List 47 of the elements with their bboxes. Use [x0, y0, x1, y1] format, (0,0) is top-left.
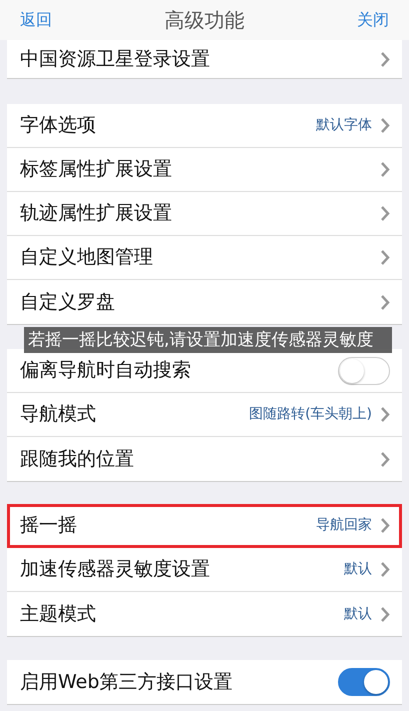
row-value: 导航回家: [316, 516, 372, 535]
settings-row[interactable]: 自定义地图管理: [7, 236, 402, 280]
settings-row[interactable]: 自定义罗盘: [7, 280, 402, 324]
back-link[interactable]: 返回: [20, 8, 52, 32]
close-link[interactable]: 关闭: [357, 8, 389, 32]
row-label: 中国资源卫星登录设置: [20, 46, 210, 72]
row-label: 自定义地图管理: [20, 245, 153, 270]
settings-row[interactable]: 轨迹属性扩展设置: [7, 192, 402, 236]
row-label: 启用Web第三方接口设置: [20, 670, 232, 695]
settings-row[interactable]: 导航模式 图随路转(车头朝上): [7, 393, 402, 437]
settings-row[interactable]: 加速传感器灵敏度设置 默认: [7, 548, 402, 592]
chevron-icon: [380, 561, 390, 578]
chevron-icon: [380, 294, 390, 310]
settings-row[interactable]: 标签属性扩展设置: [7, 148, 402, 192]
chevron-icon: [380, 249, 390, 266]
chevron-icon: [380, 450, 390, 468]
row-label: 导航模式: [20, 402, 96, 428]
chevron-icon: [380, 406, 390, 423]
settings-row[interactable]: 启用Web第三方接口设置: [7, 660, 402, 704]
settings-row[interactable]: 中国资源卫星登录设置: [7, 40, 402, 78]
row-label: 偏离导航时自动搜索: [20, 358, 191, 384]
row-label: 标签属性扩展设置: [20, 157, 172, 182]
toggle-switch[interactable]: [338, 356, 390, 384]
settings-row[interactable]: 跟随我的位置: [7, 437, 402, 481]
settings-row[interactable]: 摇一摇 导航回家: [7, 504, 402, 548]
toast-message: 若摇一摇比较迟钝,请设置加速度传感器灵敏度: [24, 327, 392, 353]
settings-row[interactable]: 主题模式 默认: [7, 592, 402, 636]
row-value: 默认: [344, 604, 372, 624]
chevron-icon: [380, 517, 390, 534]
row-label: 自定义罗盘: [20, 290, 115, 315]
row-value: 图随路转(车头朝上): [249, 405, 372, 424]
chevron-icon: [380, 117, 390, 134]
row-label: 轨迹属性扩展设置: [20, 201, 172, 226]
row-label: 摇一摇: [20, 513, 77, 538]
row-label: 加速传感器灵敏度设置: [20, 557, 210, 582]
settings-row[interactable]: 字体选项 默认字体: [7, 104, 402, 148]
row-label: 主题模式: [20, 602, 96, 627]
row-label: 字体选项: [20, 113, 96, 138]
chevron-icon: [380, 161, 390, 178]
chevron-icon: [380, 50, 390, 68]
row-value: 默认字体: [316, 116, 372, 135]
row-label: 跟随我的位置: [20, 446, 134, 472]
page-title: 高级功能: [164, 7, 244, 34]
chevron-icon: [380, 205, 390, 222]
toggle-switch[interactable]: [338, 668, 390, 696]
chevron-icon: [380, 606, 390, 622]
row-value: 默认: [344, 560, 372, 579]
